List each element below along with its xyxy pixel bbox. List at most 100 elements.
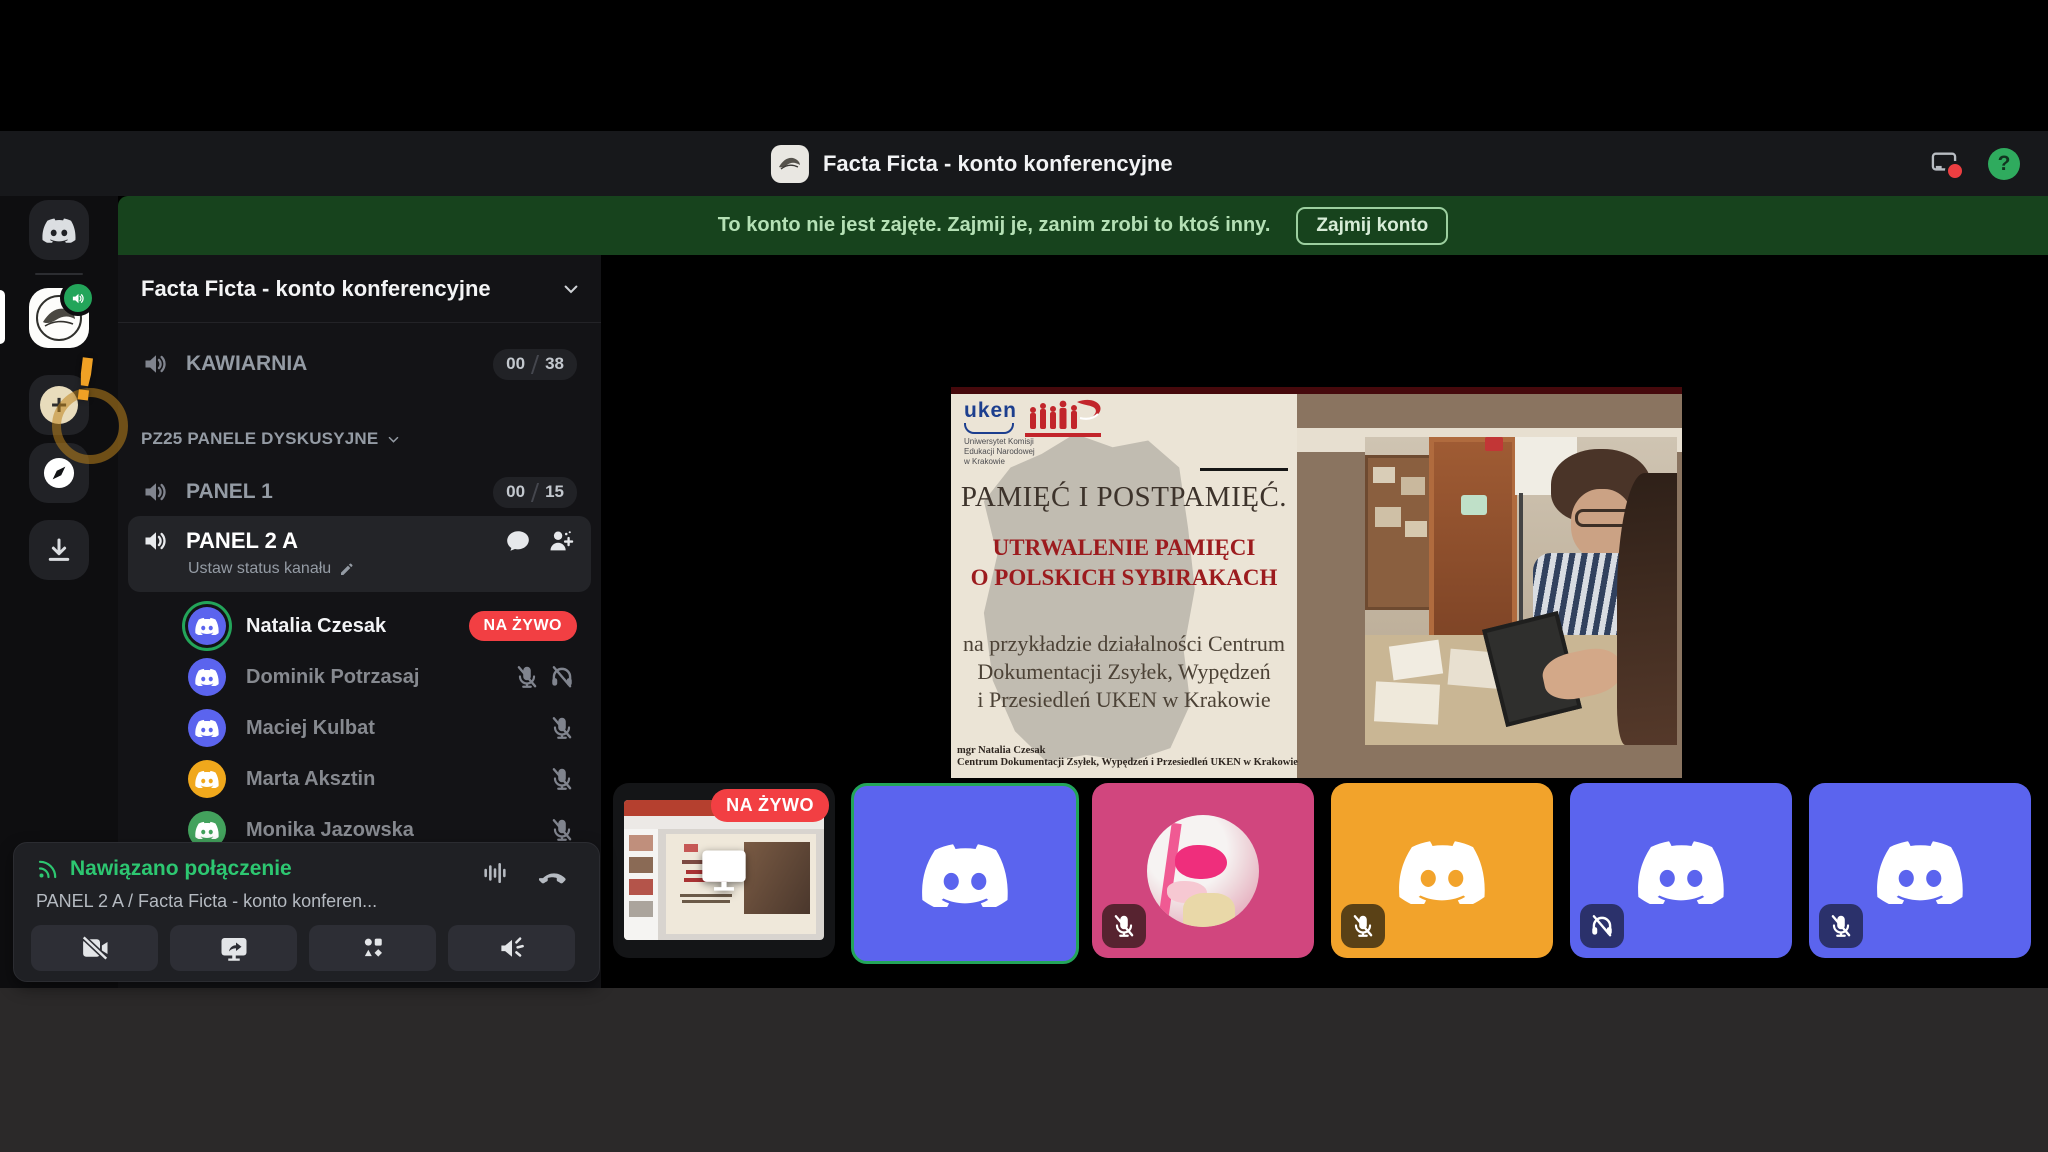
photo-foreground-hair bbox=[1617, 473, 1677, 745]
pencil-icon bbox=[339, 561, 355, 577]
deafened-badge bbox=[1580, 904, 1624, 948]
slide-title: PAMIĘĆ I POSTPAMIĘĆ. bbox=[959, 481, 1289, 514]
connection-location: PANEL 2 A / Facta Ficta - konto konferen… bbox=[36, 891, 377, 912]
window-title: Facta Ficta - konto konferencyjne bbox=[823, 151, 1173, 177]
activities-button[interactable] bbox=[309, 925, 436, 971]
channel-panel-2a-row: PANEL 2 A bbox=[128, 524, 591, 558]
tile-participant-speaking[interactable] bbox=[851, 783, 1079, 964]
slide-divider-line bbox=[1200, 468, 1288, 471]
channel-kawiarnia[interactable]: KAWIARNIA 00 38 bbox=[128, 340, 591, 388]
user-name: Dominik Potrzasaj bbox=[246, 666, 419, 689]
open-chat-icon[interactable] bbox=[505, 528, 531, 554]
thumb-logo bbox=[684, 844, 698, 852]
stream-indicator-icon[interactable] bbox=[1928, 149, 1962, 179]
screen-share-preview[interactable]: uken Uniwersytet Komisji Edukacji Narodo… bbox=[951, 387, 1682, 778]
voice-connected-badge-icon bbox=[60, 280, 96, 316]
deafened-icon bbox=[549, 664, 575, 690]
photo-door bbox=[1429, 437, 1517, 642]
letterbox-bottom bbox=[0, 988, 2048, 1152]
tile-participant-pink[interactable] bbox=[1092, 783, 1314, 958]
claim-banner: To konto nie jest zajęte. Zajmij je, zan… bbox=[118, 196, 2048, 255]
soundboard-button[interactable] bbox=[448, 925, 575, 971]
discord-avatar-icon bbox=[1876, 838, 1964, 904]
avatar-hair bbox=[1183, 893, 1235, 927]
thumb-text bbox=[680, 894, 732, 897]
voice-user-maciej[interactable]: Maciej Kulbat bbox=[128, 703, 591, 753]
photo-print bbox=[1374, 681, 1440, 724]
mic-muted-icon bbox=[1111, 913, 1137, 939]
rail-divider bbox=[35, 273, 83, 275]
channel-status-hint: Ustaw status kanału bbox=[188, 560, 331, 578]
sybiracy-logo-bar bbox=[1025, 433, 1101, 437]
download-apps-button[interactable] bbox=[29, 520, 89, 580]
uken-logo-subtext: Uniwersytet Komisji Edukacji Narodowej w… bbox=[964, 437, 1035, 467]
server-name: Facta Ficta - konto konferencyjne bbox=[141, 276, 491, 302]
channel-user-cap: 15 bbox=[545, 482, 564, 502]
camera-toggle-button[interactable] bbox=[31, 925, 158, 971]
chevron-down-icon bbox=[561, 279, 581, 299]
photo-door-sign bbox=[1461, 495, 1487, 515]
deafened-icon bbox=[1589, 913, 1615, 939]
avatar bbox=[188, 658, 226, 696]
channel-status-setter[interactable]: Ustaw status kanału bbox=[188, 560, 355, 578]
slide-subtitle: UTRWALENIE PAMIĘCI O POLSKICH SYBIRAKACH bbox=[959, 533, 1289, 593]
tile-participant-orange[interactable] bbox=[1331, 783, 1553, 958]
voice-channel-icon bbox=[142, 350, 170, 378]
photo-note bbox=[1373, 467, 1395, 483]
channel-name: KAWIARNIA bbox=[186, 352, 307, 376]
avatar bbox=[1147, 815, 1259, 927]
connection-status[interactable]: Nawiązano połączenie bbox=[36, 857, 292, 881]
banner-message: To konto nie jest zajęte. Zajmij je, zan… bbox=[718, 214, 1271, 237]
tile-screen-share[interactable]: NA ŻYWO bbox=[613, 783, 835, 958]
discord-avatar-icon bbox=[1637, 838, 1725, 904]
screen: Facta Ficta - konto konferencyjne ? To k… bbox=[0, 0, 2048, 1152]
category-label: PZ25 PANELE DYSKUSYJNE bbox=[141, 429, 378, 449]
voice-user-marta[interactable]: Marta Aksztin bbox=[128, 754, 591, 804]
mic-muted-icon bbox=[549, 766, 575, 792]
discord-home-button[interactable] bbox=[29, 200, 89, 260]
thumb-photo bbox=[744, 842, 810, 914]
user-name: Monika Jazowska bbox=[246, 819, 414, 842]
mic-muted-icon bbox=[1828, 913, 1854, 939]
user-name: Natalia Czesak bbox=[246, 615, 386, 638]
disconnect-icon[interactable] bbox=[539, 859, 569, 889]
avatar-mask bbox=[1175, 845, 1227, 879]
channel-capacity-badge: 00 15 bbox=[493, 477, 577, 508]
titlebar-actions: ? bbox=[1928, 131, 2020, 196]
invite-members-icon[interactable] bbox=[547, 527, 575, 555]
tile-participant-muted[interactable] bbox=[1809, 783, 2031, 958]
channel-name: PANEL 1 bbox=[186, 480, 273, 504]
channel-panel-1[interactable]: PANEL 1 00 15 bbox=[128, 468, 591, 516]
photo-flag bbox=[1485, 437, 1503, 451]
voice-quality-icon[interactable] bbox=[481, 859, 509, 887]
slide-photo bbox=[1365, 437, 1677, 745]
voice-connection-panel: Nawiązano połączenie PANEL 2 A / Facta F… bbox=[13, 842, 600, 982]
active-server-pill bbox=[0, 290, 5, 344]
slide-credit: mgr Natalia Czesak Centrum Dokumentacji … bbox=[957, 745, 1317, 769]
voice-user-dominik[interactable]: Dominik Potrzasaj bbox=[128, 652, 591, 702]
connection-status-text: Nawiązano połączenie bbox=[70, 857, 292, 881]
channel-capacity-badge: 00 38 bbox=[493, 349, 577, 380]
thumb-mini-slide bbox=[629, 879, 653, 895]
activities-icon bbox=[359, 934, 387, 962]
mic-muted-badge bbox=[1819, 904, 1863, 948]
mic-muted-icon bbox=[514, 664, 540, 690]
screen-share-button[interactable] bbox=[170, 925, 297, 971]
help-icon[interactable]: ? bbox=[1988, 148, 2020, 180]
discord-avatar-icon bbox=[1398, 838, 1486, 904]
channel-name: PANEL 2 A bbox=[186, 528, 298, 554]
channel-panel-2a-selected[interactable]: PANEL 2 A Ustaw status kanału bbox=[128, 516, 591, 592]
server-header[interactable]: Facta Ficta - konto konferencyjne bbox=[118, 255, 601, 323]
live-badge: NA ŻYWO bbox=[711, 789, 829, 822]
download-icon bbox=[44, 535, 74, 565]
thumb-text bbox=[682, 900, 730, 903]
voice-channel-icon bbox=[142, 527, 170, 555]
voice-user-natalia[interactable]: Natalia Czesak NA ŻYWO bbox=[128, 601, 591, 651]
channel-user-cap: 38 bbox=[545, 354, 564, 374]
mic-muted-icon bbox=[1350, 913, 1376, 939]
photo-note bbox=[1375, 507, 1401, 527]
tile-participant-deafened[interactable] bbox=[1570, 783, 1792, 958]
poland-map-silhouette bbox=[975, 427, 1197, 765]
claim-account-button[interactable]: Zajmij konto bbox=[1296, 207, 1448, 245]
category-pz25[interactable]: PZ25 PANELE DYSKUSYJNE bbox=[141, 429, 401, 449]
